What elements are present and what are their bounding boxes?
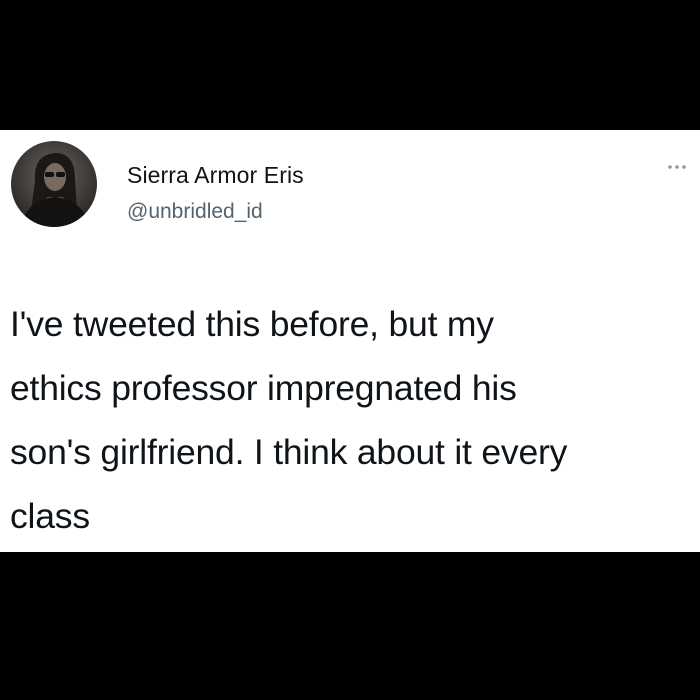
more-dots-icon: [668, 165, 686, 169]
avatar[interactable]: [11, 141, 97, 227]
more-options-button[interactable]: [666, 160, 688, 172]
profile-photo-icon: [11, 141, 97, 227]
user-handle[interactable]: @unbridled_id: [127, 200, 263, 224]
tweet-text: I've tweeted this before, but my ethics …: [10, 304, 568, 536]
display-name[interactable]: Sierra Armor Eris: [127, 162, 304, 189]
tweet-card: Sierra Armor Eris @unbridled_id I've twe…: [0, 130, 700, 552]
